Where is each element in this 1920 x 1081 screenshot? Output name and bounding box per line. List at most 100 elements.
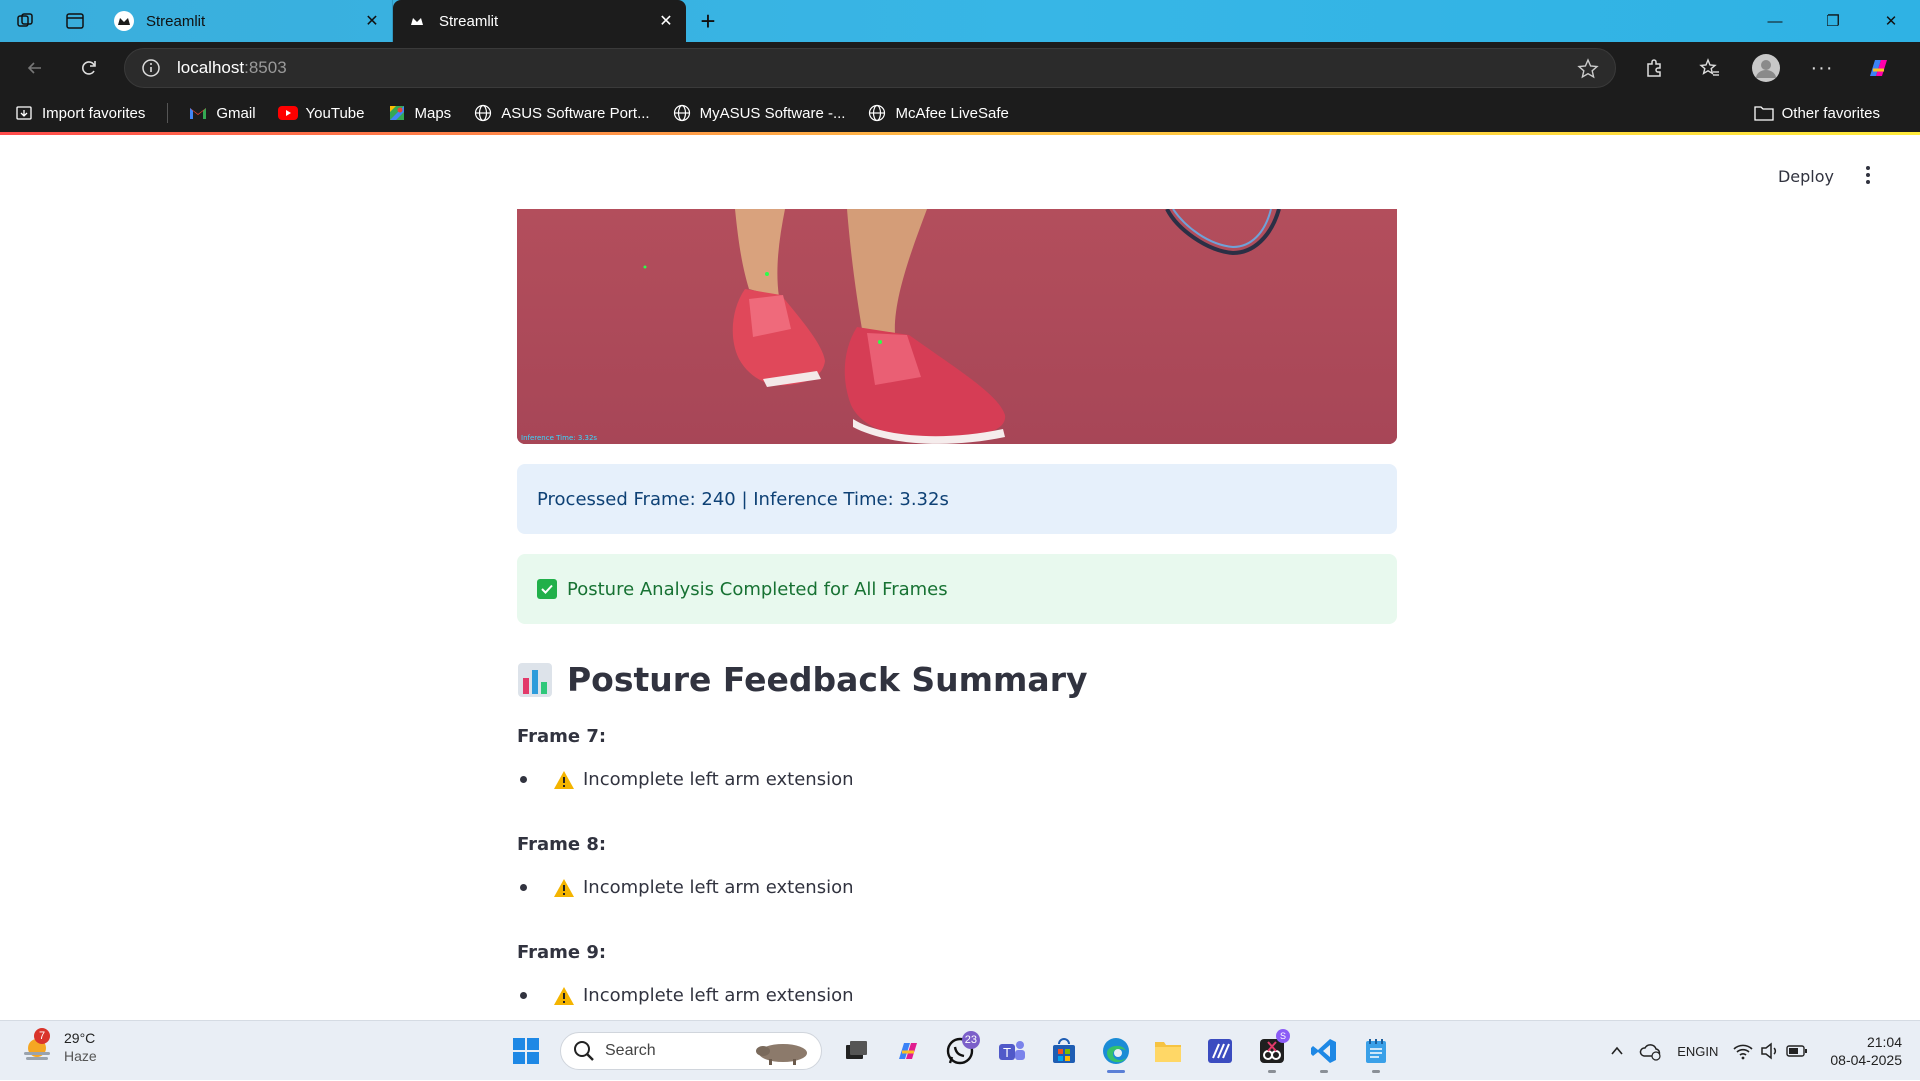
whatsapp-icon[interactable]: 23 <box>934 1027 986 1075</box>
player-feet-illustration <box>517 209 1397 444</box>
toolbar-right: ··· <box>1626 42 1906 94</box>
battery-icon[interactable] <box>1786 1044 1808 1058</box>
tab-title: Streamlit <box>146 12 206 30</box>
more-options-icon[interactable]: ··· <box>1794 42 1850 94</box>
browser-toolbar: localhost:8503 ··· <box>0 42 1920 94</box>
taskbar-pinned-apps: Search 23 T S <box>500 1027 1402 1075</box>
window-controls: — ❐ ✕ <box>1746 0 1920 42</box>
url-text: localhost:8503 <box>177 58 287 77</box>
tab-close-icon[interactable]: ✕ <box>656 11 676 31</box>
bookmark-mcafee-livesafe[interactable]: McAfee LiveSafe <box>867 103 1009 123</box>
frame-label: Frame 8: <box>517 834 607 855</box>
onedrive-sync-icon[interactable] <box>1639 1041 1663 1061</box>
tab-streamlit-2[interactable]: Streamlit ✕ <box>393 0 686 42</box>
task-view-icon[interactable] <box>830 1027 882 1075</box>
site-info-icon[interactable] <box>125 58 177 78</box>
pen-app-icon[interactable] <box>1194 1027 1246 1075</box>
search-highlight-animal-icon <box>756 1044 807 1065</box>
bookmark-other-favorites[interactable]: Other favorites <box>1753 94 1880 132</box>
youtube-icon <box>277 103 298 123</box>
streamlit-favicon-icon <box>407 11 427 31</box>
streamlit-app: Deploy Inference Time: 3.32s Processed F… <box>0 135 1920 1020</box>
favorite-star-icon[interactable] <box>1577 58 1599 85</box>
whatsapp-unread-badge: 23 <box>961 1031 980 1049</box>
weather-temperature: 29°C <box>64 1030 96 1046</box>
snipping-tool-icon[interactable]: S <box>1246 1027 1298 1075</box>
favorites-icon[interactable] <box>1682 42 1738 94</box>
tab-streamlit-1[interactable]: Streamlit ✕ <box>100 0 393 42</box>
clock-date: 08-04-2025 <box>1830 1052 1902 1068</box>
gmail-icon <box>188 103 208 123</box>
bookmark-gmail[interactable]: Gmail <box>188 103 256 123</box>
bookmark-import-favorites[interactable]: Import favorites <box>14 103 145 123</box>
refresh-icon[interactable] <box>62 42 116 94</box>
vertical-tabs-icon[interactable] <box>50 0 100 42</box>
teams-icon[interactable]: T <box>986 1027 1038 1075</box>
warning-icon <box>554 878 574 897</box>
feedback-list-item: Incomplete left arm extension <box>520 985 854 1006</box>
info-alert-text: Processed Frame: 240 | Inference Time: 3… <box>537 488 949 510</box>
show-hidden-icons-chevron-icon[interactable] <box>1609 1043 1625 1059</box>
copilot-app-icon[interactable] <box>882 1027 934 1075</box>
taskbar-search[interactable]: Search <box>560 1032 822 1070</box>
tab-close-icon[interactable]: ✕ <box>362 11 382 31</box>
globe-icon <box>473 103 493 123</box>
frame-label: Frame 7: <box>517 726 607 747</box>
frame-label: Frame 9: <box>517 942 607 963</box>
copilot-icon[interactable] <box>1850 42 1906 94</box>
weather-widget[interactable]: 7 29°C Haze <box>20 1028 97 1065</box>
deploy-button[interactable]: Deploy <box>1778 167 1834 186</box>
file-explorer-icon[interactable] <box>1142 1027 1194 1075</box>
restore-icon[interactable]: ❐ <box>1804 0 1862 42</box>
clock[interactable]: 21:04 08-04-2025 <box>1830 1033 1902 1069</box>
profile-badge: S <box>1276 1029 1290 1043</box>
bullet-dot <box>520 992 527 999</box>
feedback-list-item: Incomplete left arm extension <box>520 877 854 898</box>
maps-icon <box>387 103 407 123</box>
start-button[interactable] <box>500 1027 552 1075</box>
microsoft-store-icon[interactable] <box>1038 1027 1090 1075</box>
weather-haze-icon: 7 <box>20 1028 54 1064</box>
import-icon <box>14 103 34 123</box>
volume-icon[interactable] <box>1760 1042 1780 1060</box>
taskbar-search-placeholder: Search <box>605 1042 656 1059</box>
notepad-icon[interactable] <box>1350 1027 1402 1075</box>
running-indicator <box>1320 1070 1328 1073</box>
success-alert-text: Posture Analysis Completed for All Frame… <box>567 578 948 600</box>
bookmark-asus-software[interactable]: ASUS Software Port... <box>473 103 650 123</box>
main-menu-icon[interactable] <box>1858 163 1878 187</box>
input-language-indicator[interactable]: ENG IN <box>1677 1043 1718 1060</box>
video-inference-caption: Inference Time: 3.32s <box>521 434 598 442</box>
bar-chart-icon <box>518 662 552 697</box>
new-tab-button[interactable]: + <box>686 0 730 42</box>
close-window-icon[interactable]: ✕ <box>1862 0 1920 42</box>
extensions-icon[interactable] <box>1626 42 1682 94</box>
vscode-icon[interactable] <box>1298 1027 1350 1075</box>
workspaces-icon[interactable] <box>0 0 50 42</box>
bullet-dot <box>520 776 527 783</box>
address-bar[interactable]: localhost:8503 <box>124 48 1616 88</box>
summary-heading-text: Posture Feedback Summary <box>567 660 1088 699</box>
wifi-icon[interactable] <box>1732 1042 1754 1060</box>
info-alert: Processed Frame: 240 | Inference Time: 3… <box>517 464 1397 534</box>
profile-avatar-icon[interactable] <box>1738 42 1794 94</box>
tab-title: Streamlit <box>439 12 499 30</box>
video-frame-image: Inference Time: 3.32s <box>517 209 1397 444</box>
bullet-dot <box>520 884 527 891</box>
success-alert: Posture Analysis Completed for All Frame… <box>517 554 1397 624</box>
running-indicator <box>1107 1070 1125 1073</box>
bookmark-youtube[interactable]: YouTube <box>277 103 365 123</box>
edge-browser-icon[interactable] <box>1090 1027 1142 1075</box>
minimize-icon[interactable]: — <box>1746 0 1804 42</box>
running-indicator <box>1268 1070 1276 1073</box>
bookmark-myasus-software[interactable]: MyASUS Software -... <box>672 103 845 123</box>
back-icon[interactable] <box>8 42 62 94</box>
bookmark-separator <box>167 103 169 123</box>
summary-heading: Posture Feedback Summary <box>517 660 1087 699</box>
browser-titlebar: Streamlit ✕ Streamlit ✕ + — ❐ ✕ <box>0 0 1920 42</box>
bookmark-maps[interactable]: Maps <box>387 103 451 123</box>
globe-icon <box>867 103 887 123</box>
weather-alert-badge: 7 <box>34 1028 50 1044</box>
streamlit-favicon-icon <box>114 11 134 31</box>
running-indicator <box>1372 1070 1380 1073</box>
